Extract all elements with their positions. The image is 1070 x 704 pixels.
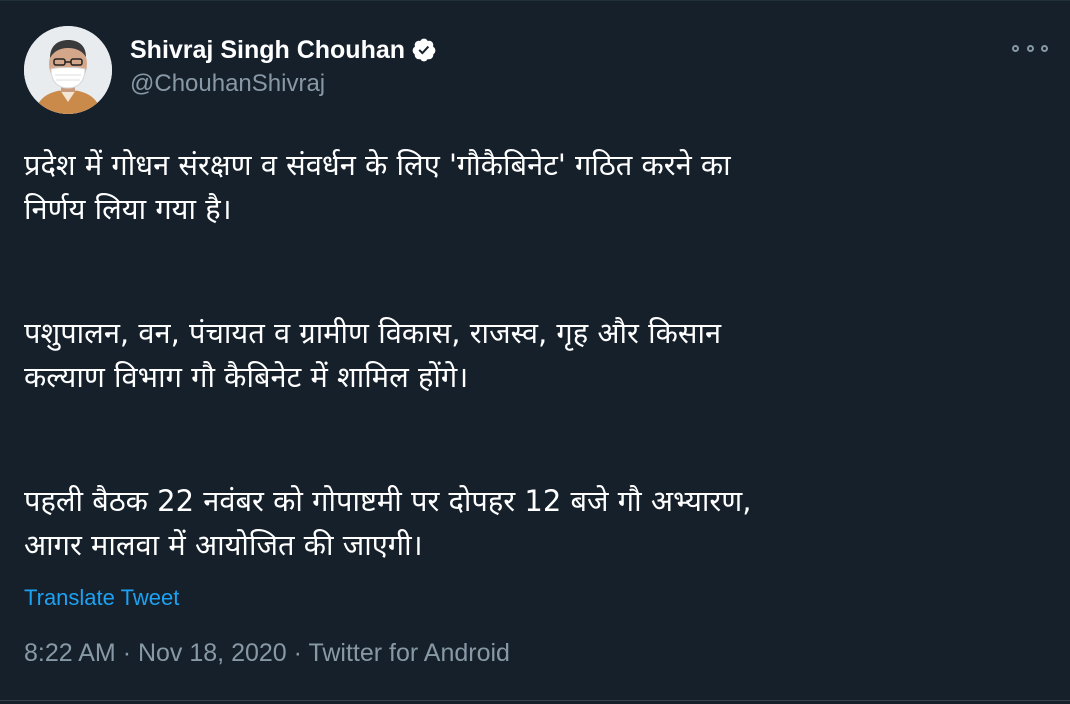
more-dot bbox=[1026, 44, 1034, 52]
verified-badge-icon bbox=[411, 37, 437, 63]
tweet-metadata: 8:22 AM · Nov 18, 2020 · Twitter for And… bbox=[24, 639, 510, 668]
tweet-line: निर्णय लिया गया है। bbox=[24, 192, 232, 226]
translate-tweet-link[interactable]: Translate Tweet bbox=[24, 585, 179, 611]
tweet-date[interactable]: Nov 18, 2020 bbox=[138, 639, 287, 667]
tweet-line: पशुपालन, वन, पंचायत व ग्रामीण विकास, राज… bbox=[24, 316, 722, 350]
more-icon[interactable] bbox=[1012, 38, 1048, 58]
author-handle[interactable]: @ChouhanShivraj bbox=[130, 70, 325, 98]
tweet-line: प्रदेश में गोधन संरक्षण व संवर्धन के लिए… bbox=[24, 148, 731, 182]
tweet-paragraph: पहली बैठक 22 नवंबर को गोपाष्टमी पर दोपहर… bbox=[24, 479, 1024, 567]
avatar[interactable] bbox=[24, 26, 112, 114]
more-dot bbox=[1041, 44, 1048, 52]
tweet-text: प्रदेश में गोधन संरक्षण व संवर्धन के लिए… bbox=[24, 143, 1024, 647]
tweet-paragraph: प्रदेश में गोधन संरक्षण व संवर्धन के लिए… bbox=[24, 143, 1024, 231]
tweet-source[interactable]: Twitter for Android bbox=[308, 639, 509, 667]
author-name-row[interactable]: Shivraj Singh Chouhan bbox=[130, 33, 437, 67]
author-name[interactable]: Shivraj Singh Chouhan bbox=[130, 36, 405, 65]
tweet-paragraph: पशुपालन, वन, पंचायत व ग्रामीण विकास, राज… bbox=[24, 311, 1024, 399]
tweet-line: कल्याण विभाग गौ कैबिनेट में शामिल होंगे। bbox=[24, 360, 469, 394]
more-dot bbox=[1012, 44, 1019, 52]
separator-dot: · bbox=[293, 639, 302, 667]
bottom-divider bbox=[0, 700, 1070, 701]
top-divider bbox=[0, 0, 1070, 1]
separator-dot: · bbox=[122, 639, 132, 667]
tweet-time[interactable]: 8:22 AM bbox=[24, 639, 116, 667]
tweet-line: आगर मालवा में आयोजित की जाएगी। bbox=[24, 528, 423, 562]
avatar-image bbox=[24, 26, 112, 114]
tweet-line: पहली बैठक 22 नवंबर को गोपाष्टमी पर दोपहर… bbox=[24, 484, 752, 518]
